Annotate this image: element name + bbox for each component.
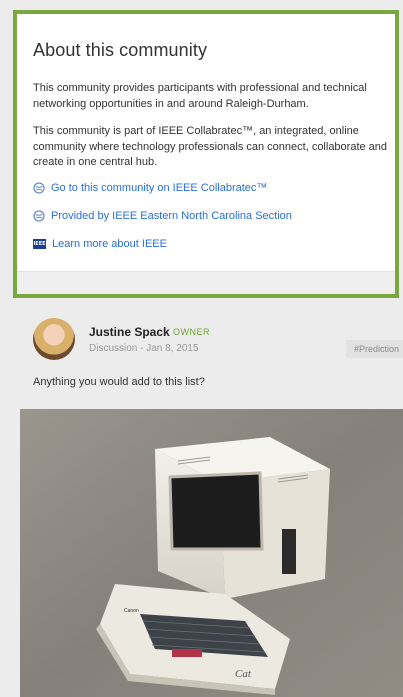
collabratec-community-link[interactable]: Go to this community on IEEE Collabratec… <box>33 181 389 195</box>
computer-photo: Canon Cat <box>20 409 403 697</box>
post-meta: Discussion - Jan 8, 2015 <box>89 343 199 354</box>
ieee-section-link-label: Provided by IEEE Eastern North Carolina … <box>51 209 292 222</box>
ieee-section-link[interactable]: Provided by IEEE Eastern North Carolina … <box>33 209 389 223</box>
about-paragraph-1: This community provides participants wit… <box>33 82 367 110</box>
about-content: About this community This community prov… <box>33 40 389 265</box>
collabratec-community-link-label: Go to this community on IEEE Collabratec… <box>51 181 268 194</box>
avatar[interactable] <box>33 318 75 360</box>
about-title: About this community <box>33 40 208 60</box>
learn-more-ieee-link[interactable]: IEEE Learn more about IEEE <box>33 237 389 251</box>
globe-icon <box>33 209 45 222</box>
about-community-card: About this community This community prov… <box>13 10 399 298</box>
about-card-footer <box>17 271 395 294</box>
globe-icon <box>33 181 45 194</box>
post-image[interactable]: Canon Cat <box>20 409 403 697</box>
author-name[interactable]: Justine Spack <box>89 325 170 339</box>
ieee-logo-icon: IEEE <box>33 238 46 249</box>
owner-badge: OWNER <box>173 327 210 337</box>
post-text: Anything you would add to this list? <box>33 376 205 388</box>
learn-more-ieee-link-label: Learn more about IEEE <box>52 237 167 250</box>
signature-label: Cat <box>235 668 252 680</box>
about-paragraph-2: This community is part of IEEE Collabrat… <box>33 125 388 168</box>
discussion-post: Justine Spack OWNER Discussion - Jan 8, … <box>20 308 403 697</box>
post-tag[interactable]: #Prediction <box>345 340 403 358</box>
brand-label: Canon <box>124 608 139 614</box>
